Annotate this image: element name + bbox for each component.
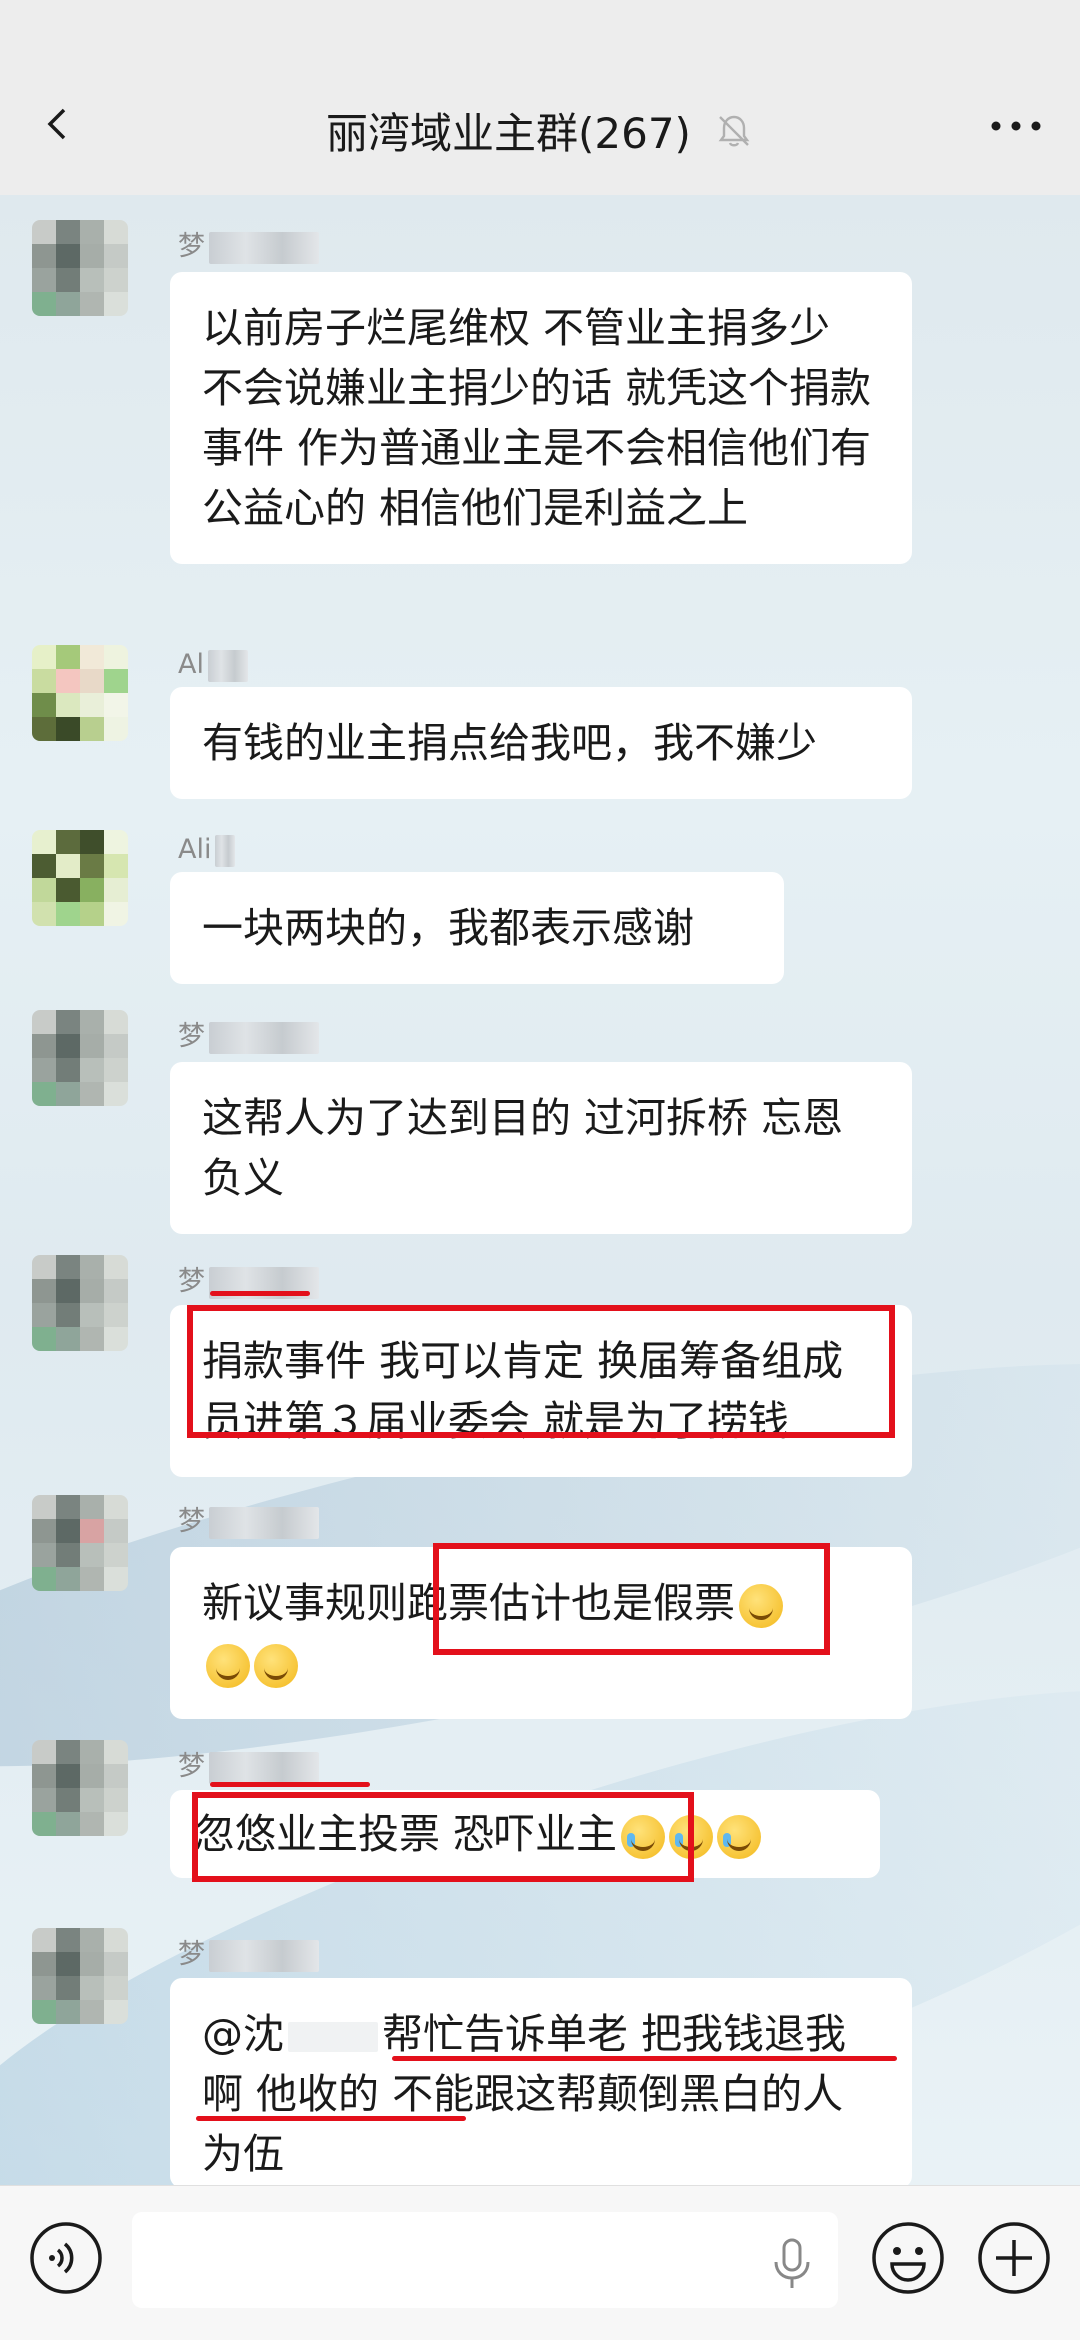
mention-text[interactable]: @沈 bbox=[202, 2010, 284, 2058]
annotation-underline bbox=[196, 2116, 466, 2121]
bell-muted-icon bbox=[718, 115, 750, 146]
message-bubble[interactable]: 有钱的业主捐点给我吧，我不嫌少 bbox=[170, 687, 912, 799]
avatar[interactable] bbox=[32, 1928, 128, 2024]
avatar[interactable] bbox=[32, 1495, 128, 1591]
sender-name: 梦 bbox=[178, 1932, 319, 1972]
avatar[interactable] bbox=[32, 220, 128, 316]
emoji-icon[interactable] bbox=[870, 2220, 946, 2296]
message-bubble[interactable]: 这帮人为了达到目的 过河拆桥 忘恩负义 bbox=[170, 1062, 912, 1234]
sender-name: 梦 bbox=[178, 1744, 319, 1784]
annotation-underline bbox=[210, 1291, 310, 1296]
plus-icon[interactable] bbox=[976, 2220, 1052, 2296]
message-input[interactable] bbox=[132, 2212, 838, 2308]
voice-icon[interactable] bbox=[28, 2220, 104, 2296]
annotation-box bbox=[192, 1792, 694, 1882]
thinking-face-icon bbox=[206, 1644, 250, 1688]
annotation-underline bbox=[210, 1782, 370, 1787]
sender-name: 梦 bbox=[178, 1499, 319, 1539]
avatar[interactable] bbox=[32, 1255, 128, 1351]
chat-header: 丽湾域业主群(267) bbox=[0, 0, 1080, 195]
sender-name: 梦 bbox=[178, 224, 319, 264]
message-bubble[interactable]: 一块两块的，我都表示感谢 bbox=[170, 872, 784, 984]
sender-name: 梦 bbox=[178, 1014, 319, 1054]
avatar[interactable] bbox=[32, 830, 128, 926]
message-text: 有钱的业主捐点给我吧，我不嫌少 bbox=[202, 719, 817, 767]
message-text: 新议事规则 bbox=[202, 1579, 407, 1627]
avatar[interactable] bbox=[32, 1010, 128, 1106]
message-bubble[interactable]: @沈 帮忙告诉单老 把我钱退我啊 他收的 不能跟这帮颠倒黑白的人为伍 bbox=[170, 1978, 912, 2188]
message-text: 以前房子烂尾维权 不管业主捐多少 不会说嫌业主捐少的话 就凭这个捐款事件 作为普… bbox=[202, 304, 872, 532]
chat-title: 丽湾域业主群(267) bbox=[325, 109, 691, 158]
laughing-crying-icon bbox=[717, 1815, 762, 1859]
annotation-box bbox=[187, 1305, 895, 1438]
sender-name: Al bbox=[178, 649, 248, 682]
chat-input-bar bbox=[0, 2185, 1080, 2340]
thinking-face-icon bbox=[254, 1644, 298, 1688]
annotation-box bbox=[433, 1543, 830, 1655]
message-text: 一块两块的，我都表示感谢 bbox=[202, 904, 694, 952]
sender-name: Ali bbox=[178, 834, 236, 867]
message-bubble[interactable]: 以前房子烂尾维权 不管业主捐多少 不会说嫌业主捐少的话 就凭这个捐款事件 作为普… bbox=[170, 272, 912, 564]
message-text: 这帮人为了达到目的 过河拆桥 忘恩负义 bbox=[202, 1094, 844, 1202]
annotation-underline bbox=[392, 2056, 897, 2061]
microphone-icon[interactable] bbox=[770, 2236, 814, 2292]
more-dots-icon[interactable] bbox=[988, 116, 1044, 136]
avatar[interactable] bbox=[32, 1740, 128, 1836]
avatar[interactable] bbox=[32, 645, 128, 741]
